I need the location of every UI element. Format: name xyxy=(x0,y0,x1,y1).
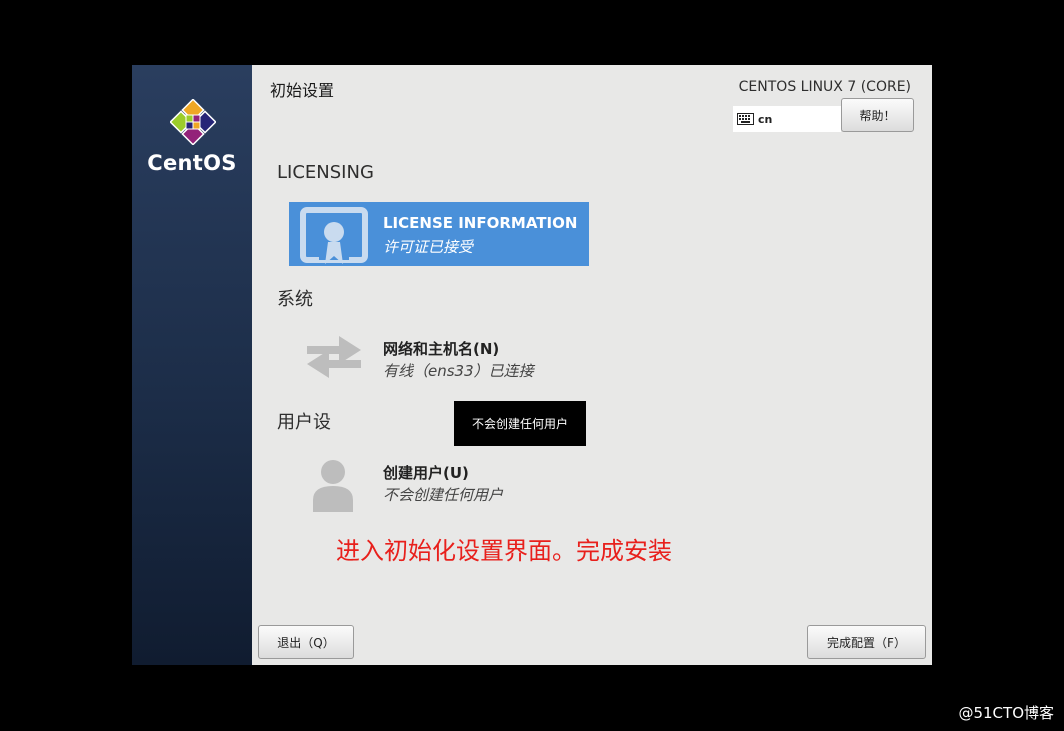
keyboard-layout-indicator[interactable]: cn xyxy=(733,106,841,132)
license-icon xyxy=(300,207,368,264)
spoke-title: 网络和主机名(N) xyxy=(383,340,500,358)
annotation-text: 进入初始化设置界面。完成安装 xyxy=(336,537,672,565)
centos-logo-text: CentOS xyxy=(147,151,237,175)
spoke-status: 有线（ens33）已连接 xyxy=(383,362,534,380)
spoke-create-user[interactable]: 创建用户(U) 不会创建任何用户 xyxy=(289,450,589,514)
keyboard-layout-label: cn xyxy=(758,112,773,126)
help-button[interactable]: 帮助！ xyxy=(841,98,914,132)
spoke-status: 不会创建任何用户 xyxy=(383,486,504,504)
spoke-license-information[interactable]: LICENSE INFORMATION 许可证已接受 xyxy=(289,202,589,266)
spoke-network-hostname[interactable]: 网络和主机名(N) 有线（ens33）已连接 xyxy=(289,326,589,390)
user-icon xyxy=(313,460,353,512)
keyboard-icon xyxy=(737,113,754,125)
main-panel: 初始设置 CENTOS LINUX 7 (CORE) cn 帮助！ LICENS… xyxy=(252,65,932,665)
section-heading-system: 系统 xyxy=(277,289,313,310)
product-name: CENTOS LINUX 7 (CORE) xyxy=(738,79,911,95)
watermark: @51CTO博客 xyxy=(958,704,1054,722)
page-title: 初始设置 xyxy=(270,81,335,100)
quit-button[interactable]: 退出（Q） xyxy=(258,625,354,659)
section-heading-user-settings: 用户设 xyxy=(277,412,331,433)
tooltip: 不会创建任何用户 xyxy=(454,401,586,446)
spoke-title: LICENSE INFORMATION xyxy=(383,214,578,232)
centos-logo-icon xyxy=(170,99,216,145)
spoke-status: 许可证已接受 xyxy=(383,238,474,256)
sidebar: CentOS xyxy=(132,65,252,665)
finish-configuration-button[interactable]: 完成配置（F） xyxy=(807,625,926,659)
network-icon xyxy=(307,336,361,378)
spoke-title: 创建用户(U) xyxy=(383,464,469,482)
section-heading-licensing: LICENSING xyxy=(277,162,374,183)
installer-window: CentOS 初始设置 CENTOS LINUX 7 (CORE) cn 帮助！… xyxy=(132,65,932,665)
